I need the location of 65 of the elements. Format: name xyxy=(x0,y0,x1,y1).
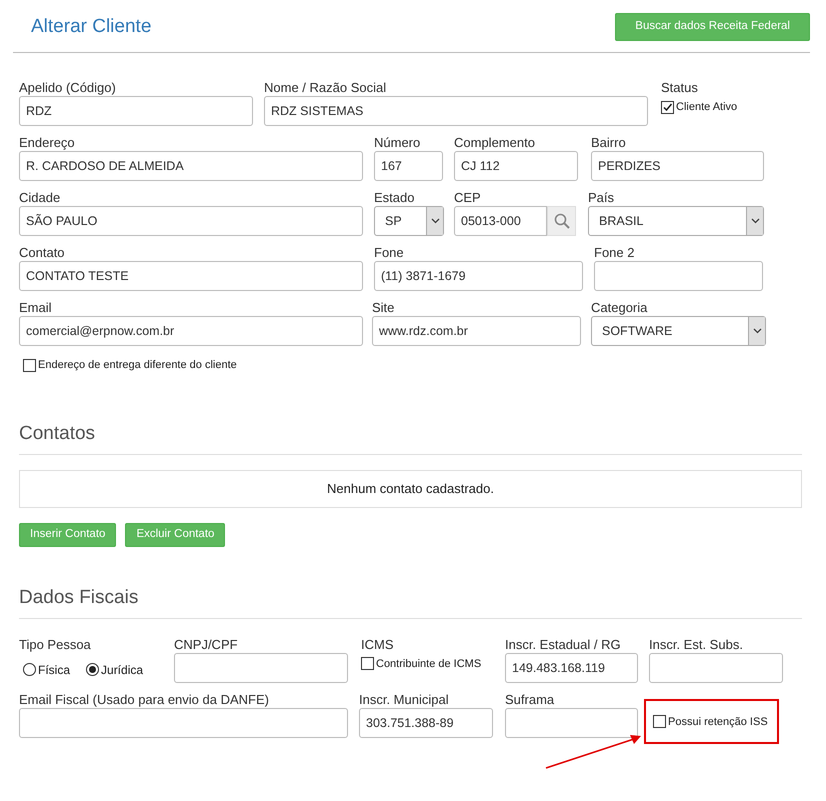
field-label: Endereço xyxy=(19,135,76,151)
field-label: Site xyxy=(372,300,396,316)
field-label: Fone xyxy=(374,245,405,261)
checkbox[interactable] xyxy=(653,715,666,728)
radio-label: Jurídica xyxy=(101,662,144,678)
field-label: Suframa xyxy=(505,692,556,708)
input-field[interactable]: CONTATO TESTE xyxy=(19,261,363,291)
field-label: Status xyxy=(661,80,699,96)
input-field[interactable]: 149.483.168.119 xyxy=(505,652,638,682)
input-field[interactable]: 303.751.388-89 xyxy=(359,708,493,738)
section-title: Contatos xyxy=(19,422,96,446)
field-label: ICMS xyxy=(361,636,394,652)
input-field[interactable] xyxy=(594,261,763,291)
field-label: Categoria xyxy=(591,300,648,316)
radio-label: Física xyxy=(38,662,70,678)
field-label: Apelido (Código) xyxy=(19,80,117,96)
field-label: Cidade xyxy=(19,190,62,206)
input-field[interactable]: R. CARDOSO DE ALMEIDA xyxy=(19,151,363,181)
checkbox[interactable] xyxy=(361,657,374,670)
input-field[interactable]: 167 xyxy=(374,151,443,181)
input-field[interactable]: PERDIZES xyxy=(591,151,764,181)
field-label: Fone 2 xyxy=(594,245,636,261)
field-label: Email Fiscal (Usado para envio da DANFE) xyxy=(19,692,270,708)
radio-button[interactable] xyxy=(23,663,36,676)
input-field[interactable]: CJ 112 xyxy=(454,151,578,181)
input-field[interactable]: RDZ SISTEMAS xyxy=(264,96,648,126)
field-label: Nome / Razão Social xyxy=(264,80,388,96)
field-label: CNPJ/CPF xyxy=(174,636,239,652)
input-field[interactable]: RDZ xyxy=(19,96,253,126)
checkbox-label: Contribuinte de ICMS xyxy=(376,656,482,672)
checkbox-label: Cliente Ativo xyxy=(676,100,738,115)
field-label: Tipo Pessoa xyxy=(19,636,92,652)
select-field[interactable]: SOFTWARE xyxy=(591,316,766,346)
input-field[interactable]: SÃO PAULO xyxy=(19,206,363,236)
select-field[interactable]: BRASIL xyxy=(588,206,764,236)
checkbox[interactable] xyxy=(661,100,674,114)
radio-button[interactable] xyxy=(86,663,100,676)
field-label: País xyxy=(588,190,616,206)
input-field[interactable]: comercial@erpnow.com.br xyxy=(19,316,363,346)
field-label: Estado xyxy=(374,190,416,206)
page-title: Alterar Cliente xyxy=(31,14,152,39)
input-field[interactable]: www.rdz.com.br xyxy=(372,316,581,346)
select-field[interactable]: SP xyxy=(374,206,444,236)
field-label: Email xyxy=(19,300,53,316)
field-label: Inscr. Municipal xyxy=(359,692,450,708)
section-title: Dados Fiscais xyxy=(19,586,140,610)
input-field[interactable] xyxy=(505,708,638,738)
input-field[interactable] xyxy=(649,652,783,682)
field-label: Complemento xyxy=(454,135,536,151)
checkbox-label: Possui retenção ISS xyxy=(668,714,768,730)
field-label: Inscr. Estadual / RG xyxy=(505,636,622,652)
input-field[interactable] xyxy=(19,708,348,738)
checkbox[interactable] xyxy=(23,358,36,372)
empty-message: Nenhum contato cadastrado. xyxy=(327,480,494,498)
field-label: CEP xyxy=(454,190,482,206)
checkbox-label: Endereço de entrega diferente do cliente xyxy=(38,358,237,373)
field-label: Inscr. Est. Subs. xyxy=(649,636,744,652)
field-label: Contato xyxy=(19,245,66,261)
input-field[interactable]: 05013-000 xyxy=(454,206,547,236)
input-field[interactable] xyxy=(174,652,348,682)
input-field[interactable]: (11) 3871-1679 xyxy=(374,261,583,291)
search-button[interactable] xyxy=(547,206,576,236)
field-label: Número xyxy=(374,135,422,151)
search-icon xyxy=(554,213,570,229)
field-label: Bairro xyxy=(591,135,627,151)
